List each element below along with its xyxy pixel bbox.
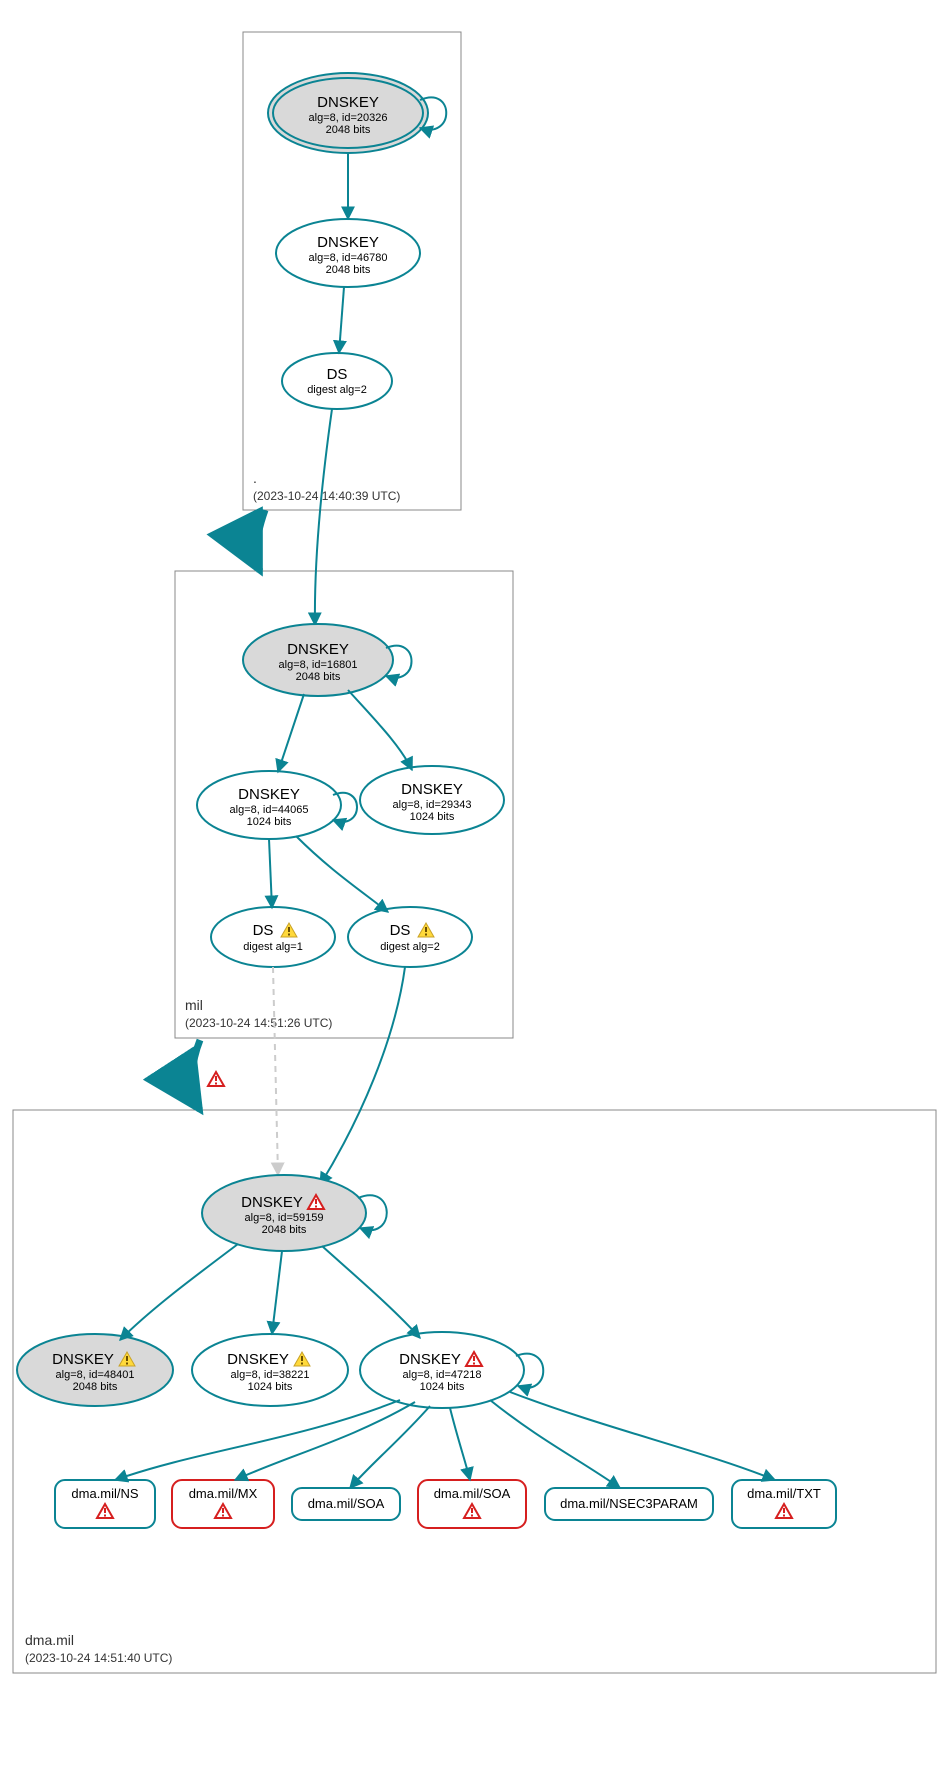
edge-delegate-root-mil (256, 510, 265, 571)
node-sub2: 2048 bits (296, 671, 341, 683)
node-title: DNSKEY (317, 234, 379, 251)
edge-milksk-milzsk2 (348, 690, 412, 770)
node-sub2: 2048 bits (326, 124, 371, 136)
edge-milds2-dmaksk (320, 967, 405, 1185)
rr-soa-err[interactable]: dma.mil/SOA (418, 1480, 526, 1528)
node-mil-zsk1[interactable]: DNSKEY alg=8, id=44065 1024 bits (197, 771, 341, 839)
node-sub1: alg=8, id=44065 (230, 804, 309, 816)
zone-dma-label: dma.mil (25, 1632, 74, 1648)
edge-k3-soa (350, 1406, 430, 1488)
node-sub1: alg=8, id=48401 (56, 1369, 135, 1381)
zone-root-label: . (253, 470, 257, 486)
node-sub1: alg=8, id=38221 (231, 1369, 310, 1381)
rr-label: dma.mil/MX (189, 1486, 258, 1501)
node-sub1: alg=8, id=46780 (309, 252, 388, 264)
rr-label: dma.mil/SOA (308, 1496, 385, 1511)
node-sub2: 2048 bits (262, 1224, 307, 1236)
edge-milksk-milzsk1 (278, 694, 304, 772)
edge-k3-soa2 (450, 1408, 470, 1480)
edge-k3-txt (510, 1392, 775, 1480)
node-title: DNSKEY (227, 1351, 289, 1368)
node-title: DS (253, 922, 274, 939)
rr-nsec3param[interactable]: dma.mil/NSEC3PARAM (545, 1488, 713, 1520)
edge-milzsk1-milds2 (296, 836, 388, 912)
edge-milds1-dmaksk-dashed (273, 967, 278, 1175)
node-title: DNSKEY (287, 641, 349, 658)
node-root-ksk[interactable]: DNSKEY alg=8, id=20326 2048 bits (268, 73, 428, 153)
node-sub2: 1024 bits (420, 1381, 465, 1393)
edge-dmaksk-dmak2 (272, 1251, 282, 1334)
node-title: DS (327, 366, 348, 383)
node-sub2: 1024 bits (247, 816, 292, 828)
node-title: DNSKEY (238, 786, 300, 803)
edge-dmaksk-dmak1 (120, 1244, 238, 1340)
rr-txt[interactable]: dma.mil/TXT (732, 1480, 836, 1528)
rr-label: dma.mil/SOA (434, 1486, 511, 1501)
node-sub2: 2048 bits (326, 264, 371, 276)
zone-mil-label: mil (185, 997, 203, 1013)
edge-rootzsk-rootds (339, 287, 344, 353)
edge-dmaksk-dmak3 (322, 1246, 420, 1338)
node-sub1: alg=8, id=16801 (279, 659, 358, 671)
node-mil-ds2[interactable]: DS digest alg=2 (348, 907, 472, 967)
node-sub1: alg=8, id=29343 (393, 799, 472, 811)
rr-mx[interactable]: dma.mil/MX (172, 1480, 274, 1528)
node-sub1: alg=8, id=59159 (245, 1212, 324, 1224)
node-title: DS (390, 922, 411, 939)
rr-label: dma.mil/TXT (747, 1486, 821, 1501)
node-sub1: digest alg=2 (380, 941, 440, 953)
node-sub2: 2048 bits (73, 1381, 118, 1393)
node-title: DNSKEY (52, 1351, 114, 1368)
node-sub1: alg=8, id=20326 (309, 112, 388, 124)
edge-k3-nsec3 (490, 1400, 620, 1488)
node-dma-k3[interactable]: DNSKEY alg=8, id=47218 1024 bits (360, 1332, 524, 1408)
edge-k3-ns (115, 1400, 400, 1480)
rr-soa[interactable]: dma.mil/SOA (292, 1488, 400, 1520)
zone-root-ts: (2023-10-24 14:40:39 UTC) (253, 489, 400, 503)
node-sub1: alg=8, id=47218 (403, 1369, 482, 1381)
node-mil-ds1[interactable]: DS digest alg=1 (211, 907, 335, 967)
node-sub1: digest alg=2 (307, 384, 367, 396)
rr-label: dma.mil/NS (71, 1486, 139, 1501)
node-sub2: 1024 bits (410, 811, 455, 823)
dnssec-graph: . (2023-10-24 14:40:39 UTC) mil (2023-10… (0, 0, 949, 1766)
edge-milzsk1-milds1 (269, 839, 272, 908)
node-dma-k2[interactable]: DNSKEY alg=8, id=38221 1024 bits (192, 1334, 348, 1406)
node-mil-zsk2[interactable]: DNSKEY alg=8, id=29343 1024 bits (360, 766, 504, 834)
zone-mil-ts: (2023-10-24 14:51:26 UTC) (185, 1016, 332, 1030)
error-icon (208, 1072, 224, 1086)
zone-dma-ts: (2023-10-24 14:51:40 UTC) (25, 1651, 172, 1665)
node-title: DNSKEY (399, 1351, 461, 1368)
edge-rootds-milksk (315, 409, 332, 625)
node-root-ds[interactable]: DS digest alg=2 (282, 353, 392, 409)
node-title: DNSKEY (241, 1194, 303, 1211)
node-title: DNSKEY (401, 781, 463, 798)
node-root-zsk[interactable]: DNSKEY alg=8, id=46780 2048 bits (276, 219, 420, 287)
node-dma-ksk[interactable]: DNSKEY alg=8, id=59159 2048 bits (202, 1175, 366, 1251)
edge-delegate-mil-dma (192, 1040, 200, 1110)
node-dma-k1[interactable]: DNSKEY alg=8, id=48401 2048 bits (17, 1334, 173, 1406)
node-sub2: 1024 bits (248, 1381, 293, 1393)
rr-ns[interactable]: dma.mil/NS (55, 1480, 155, 1528)
node-title: DNSKEY (317, 94, 379, 111)
node-mil-ksk[interactable]: DNSKEY alg=8, id=16801 2048 bits (243, 624, 393, 696)
rr-label: dma.mil/NSEC3PARAM (560, 1496, 698, 1511)
node-sub1: digest alg=1 (243, 941, 303, 953)
